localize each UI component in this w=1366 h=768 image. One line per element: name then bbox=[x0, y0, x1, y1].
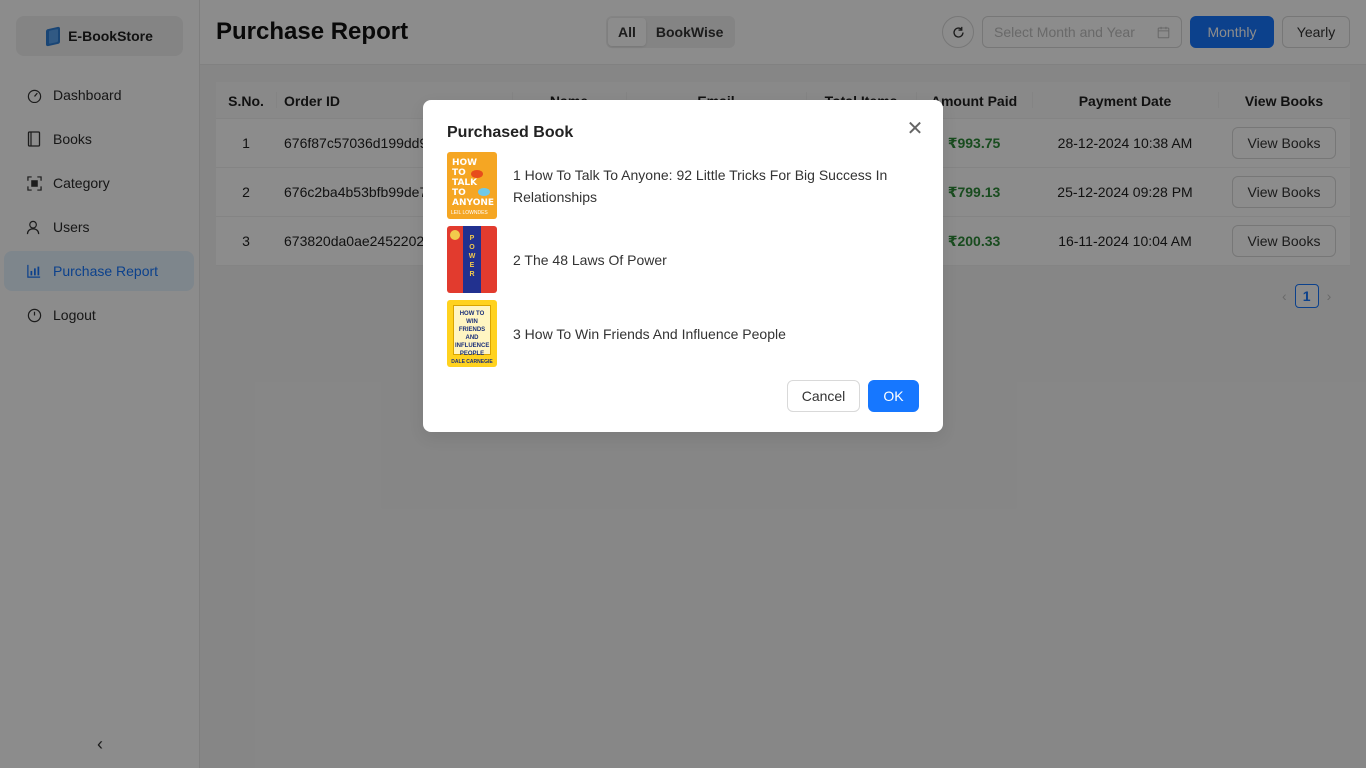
book-title: 3 How To Win Friends And Influence Peopl… bbox=[513, 325, 786, 342]
book-title: 2 The 48 Laws Of Power bbox=[513, 251, 667, 268]
cover-title: HOW TO TALK TO ANYONE bbox=[452, 158, 495, 208]
book-title: 1 How To Talk To Anyone: 92 Little Trick… bbox=[513, 166, 888, 205]
purchased-book-list: HOW TO TALK TO ANYONE LEIL LOWNDES 1 How To … bbox=[447, 152, 917, 374]
purchased-book-modal: Purchased Book ✕ HOW TO TALK TO ANYONE LEIL … bbox=[423, 100, 943, 432]
cover-author: DALE CARNEGIE bbox=[451, 359, 493, 365]
badge-icon bbox=[450, 230, 460, 240]
book-cover-image: HOW TO TALK TO ANYONE LEIL LOWNDES bbox=[447, 152, 497, 219]
cancel-button[interactable]: Cancel bbox=[787, 380, 860, 412]
cover-author: LEIL LOWNDES bbox=[451, 210, 488, 216]
modal-footer: Cancel OK bbox=[787, 380, 919, 412]
list-item: HOW TO WIN FRIENDS AND INFLUENCE PEOPLE DALE … bbox=[447, 300, 917, 367]
list-item: HOW TO TALK TO ANYONE LEIL LOWNDES 1 How To … bbox=[447, 152, 917, 219]
speech-bubble-icon bbox=[478, 188, 490, 196]
speech-bubble-icon bbox=[471, 170, 483, 178]
list-item: POWER 2 The 48 Laws Of Power bbox=[447, 226, 917, 293]
cover-title: POWER bbox=[468, 235, 476, 278]
cover-title: HOW TO WIN FRIENDS AND INFLUENCE PEOPLE bbox=[455, 311, 490, 357]
book-cover-image: HOW TO WIN FRIENDS AND INFLUENCE PEOPLE DALE … bbox=[447, 300, 497, 367]
ok-button[interactable]: OK bbox=[868, 380, 919, 412]
book-cover-image: POWER bbox=[447, 226, 497, 293]
modal-title: Purchased Book bbox=[447, 124, 574, 141]
close-icon[interactable]: ✕ bbox=[905, 118, 925, 140]
